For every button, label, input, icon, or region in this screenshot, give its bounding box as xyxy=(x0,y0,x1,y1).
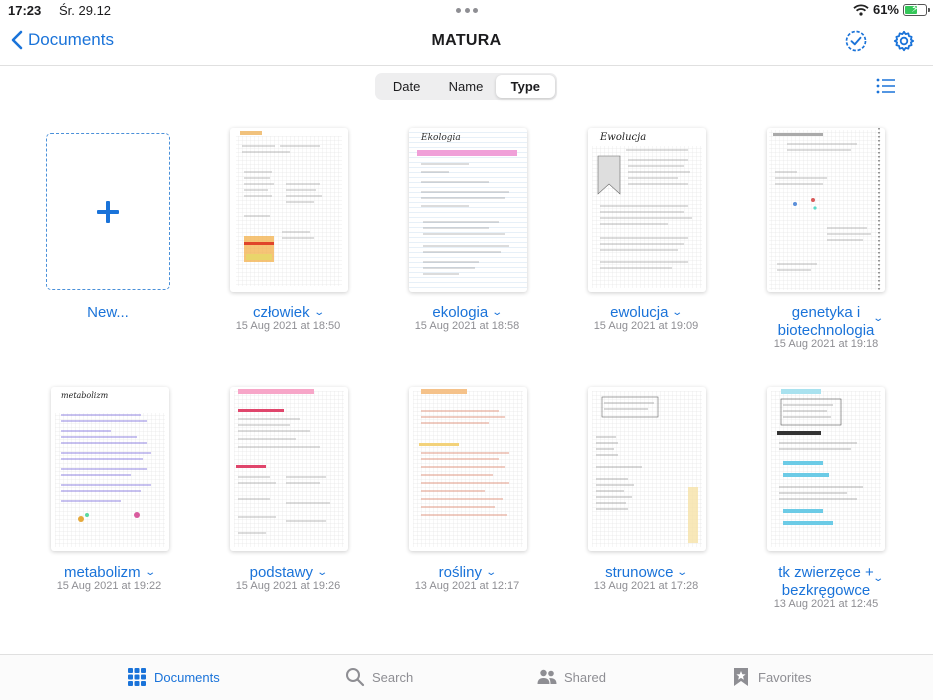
document-date: 13 Aug 2021 at 17:28 xyxy=(593,580,699,592)
sort-segmented-control: Date Name Type xyxy=(375,73,557,100)
new-document-button[interactable] xyxy=(46,133,170,290)
notebook-page xyxy=(234,389,344,547)
notebook-page: metabolizm xyxy=(55,391,165,547)
navigation-bar: Documents MATURA xyxy=(0,22,933,66)
tab-favorites-label: Favorites xyxy=(758,669,812,685)
chevron-down-icon[interactable]: ⌄ xyxy=(872,313,884,324)
wifi-icon xyxy=(853,3,869,16)
document-thumbnail-genetyka[interactable] xyxy=(767,128,885,292)
page-title: MATURA xyxy=(431,32,502,49)
plus-icon xyxy=(97,200,119,223)
list-view-icon[interactable] xyxy=(876,78,896,94)
document-thumbnail-rosliny[interactable] xyxy=(409,387,527,551)
document-thumbnail-strunowce[interactable] xyxy=(588,387,706,551)
new-document-label[interactable]: New... xyxy=(18,304,198,322)
tab-favorites[interactable]: Favorites xyxy=(731,667,811,687)
tab-search[interactable]: Search xyxy=(345,667,413,687)
multitasking-dots-icon[interactable] xyxy=(456,8,478,14)
document-date: 15 Aug 2021 at 19:26 xyxy=(235,580,341,592)
notebook-page: Ekologia xyxy=(409,128,527,292)
thumb-heading: Ekologia xyxy=(420,133,461,143)
battery-icon: ⚡ xyxy=(903,3,930,16)
status-date: Śr. 29.12 xyxy=(59,3,112,18)
status-bar: 17:23 Śr. 29.12 61% ⚡ xyxy=(0,0,933,22)
status-right: 61% ⚡ xyxy=(853,2,930,17)
notebook-page xyxy=(771,389,881,547)
sort-name-segment[interactable]: Name xyxy=(436,75,495,98)
document-date: 15 Aug 2021 at 19:22 xyxy=(56,580,162,592)
notebook-page xyxy=(592,391,702,547)
document-date: 15 Aug 2021 at 18:58 xyxy=(414,320,520,332)
tab-documents-label: Documents xyxy=(154,669,220,685)
thumb-heading: Ewolucja xyxy=(599,132,646,143)
tab-shared[interactable]: Shared xyxy=(537,667,606,687)
battery-percent: 61% xyxy=(872,2,899,17)
notebook-page xyxy=(236,131,342,286)
document-date: 15 Aug 2021 at 18:50 xyxy=(235,320,341,332)
thumb-heading: metabolizm xyxy=(61,391,109,400)
document-thumbnail-tk-zwierzece[interactable] xyxy=(767,387,885,551)
chevron-down-icon[interactable]: ⌄ xyxy=(872,573,884,584)
document-name[interactable]: genetyka i biotechnologia xyxy=(736,304,916,340)
sort-date-segment[interactable]: Date xyxy=(377,75,436,98)
document-thumbnail-czlowiek[interactable] xyxy=(230,128,348,292)
tab-search-label: Search xyxy=(372,669,414,685)
select-checkmark-icon[interactable] xyxy=(844,29,868,53)
grid-icon xyxy=(128,668,146,686)
notebook-page xyxy=(769,128,881,292)
notebook-page: Ewolucja xyxy=(592,132,702,288)
tab-shared-label: Shared xyxy=(564,669,606,685)
sort-type-segment[interactable]: Type xyxy=(495,75,555,98)
document-date: 15 Aug 2021 at 19:18 xyxy=(773,338,879,350)
document-thumbnail-metabolizm[interactable]: metabolizm xyxy=(51,387,169,551)
document-thumbnail-ekologia[interactable]: Ekologia xyxy=(409,128,527,292)
document-date: 13 Aug 2021 at 12:45 xyxy=(773,598,879,610)
tab-documents[interactable]: Documents xyxy=(127,667,220,687)
gear-icon[interactable] xyxy=(892,29,916,53)
document-date: 15 Aug 2021 at 19:09 xyxy=(593,320,699,332)
tab-bar: Documents Search Shared Favorites xyxy=(0,654,933,700)
document-thumbnail-podstawy[interactable] xyxy=(230,387,348,551)
document-name[interactable]: tk zwierzęce + bezkręgowce xyxy=(736,564,916,600)
document-thumbnail-ewolucja[interactable]: Ewolucja xyxy=(588,128,706,292)
bookmark-star-icon xyxy=(734,668,748,686)
status-time: 17:23 xyxy=(8,3,42,18)
magnifier-icon xyxy=(346,668,365,687)
document-date: 13 Aug 2021 at 12:17 xyxy=(414,580,520,592)
people-icon xyxy=(537,669,557,684)
notebook-page xyxy=(413,389,523,547)
